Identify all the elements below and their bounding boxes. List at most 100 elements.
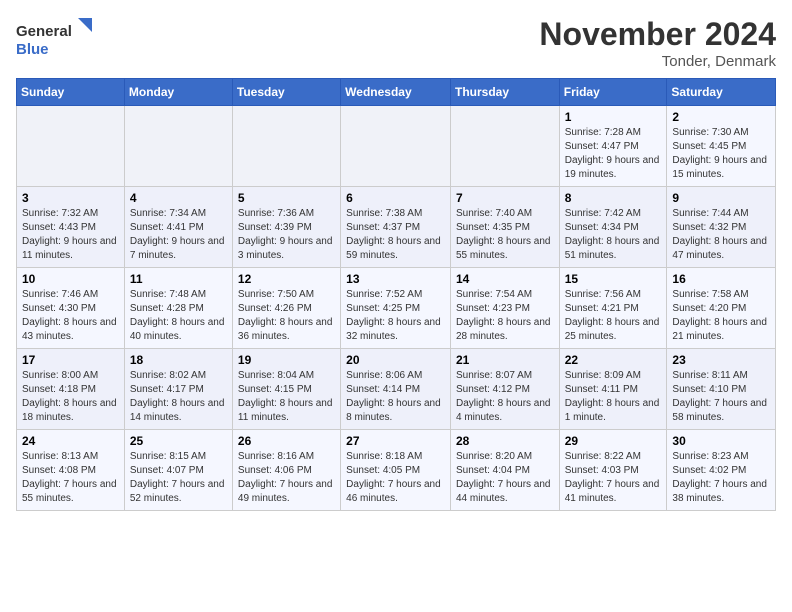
calendar-cell: 28 Sunrise: 8:20 AMSunset: 4:04 PMDayligh…: [450, 430, 559, 511]
calendar-week-row: 1 Sunrise: 7:28 AMSunset: 4:47 PMDaylight…: [17, 106, 776, 187]
calendar-cell: 11 Sunrise: 7:48 AMSunset: 4:28 PMDayligh…: [124, 268, 232, 349]
day-number: 5: [238, 191, 335, 205]
calendar-cell: 17 Sunrise: 8:00 AMSunset: 4:18 PMDayligh…: [17, 349, 125, 430]
day-detail: Sunrise: 8:20 AMSunset: 4:04 PMDaylight:…: [456, 451, 551, 504]
day-number: 16: [672, 272, 770, 286]
calendar-cell: 8 Sunrise: 7:42 AMSunset: 4:34 PMDaylight…: [559, 187, 667, 268]
calendar-cell: 9 Sunrise: 7:44 AMSunset: 4:32 PMDaylight…: [667, 187, 776, 268]
calendar-table: Sunday Monday Tuesday Wednesday Thursday…: [16, 78, 776, 511]
day-number: 21: [456, 353, 554, 367]
logo: General Blue: [16, 16, 96, 61]
calendar-cell: 24 Sunrise: 8:13 AMSunset: 4:08 PMDayligh…: [17, 430, 125, 511]
calendar-cell: 29Sunrise: 8:22 AMSunset: 4:03 PMDayligh…: [559, 430, 667, 511]
calendar-cell: 18 Sunrise: 8:02 AMSunset: 4:17 PMDayligh…: [124, 349, 232, 430]
day-number: 29: [565, 434, 662, 448]
title-area: November 2024 Tonder, Denmark: [539, 16, 776, 70]
day-detail: Sunrise: 8:13 AMSunset: 4:08 PMDaylight:…: [22, 451, 117, 504]
day-number: 22: [565, 353, 662, 367]
col-saturday: Saturday: [667, 79, 776, 106]
calendar-cell: 25Sunrise: 8:15 AMSunset: 4:07 PMDayligh…: [124, 430, 232, 511]
calendar-cell: 15 Sunrise: 7:56 AMSunset: 4:21 PMDayligh…: [559, 268, 667, 349]
calendar-cell: [450, 106, 559, 187]
svg-text:Blue: Blue: [16, 41, 49, 58]
day-detail: Sunrise: 7:38 AMSunset: 4:37 PMDaylight:…: [346, 208, 441, 261]
day-number: 11: [130, 272, 227, 286]
day-number: 15: [565, 272, 662, 286]
day-number: 9: [672, 191, 770, 205]
col-monday: Monday: [124, 79, 232, 106]
day-detail: Sunrise: 7:36 AMSunset: 4:39 PMDaylight:…: [238, 208, 333, 261]
day-detail: Sunrise: 7:32 AMSunset: 4:43 PMDaylight:…: [22, 208, 117, 261]
day-detail: Sunrise: 8:18 AMSunset: 4:05 PMDaylight:…: [346, 451, 441, 504]
day-detail: Sunrise: 7:46 AMSunset: 4:30 PMDaylight:…: [22, 289, 117, 342]
day-number: 17: [22, 353, 119, 367]
calendar-cell: 30 Sunrise: 8:23 AMSunset: 4:02 PMDayligh…: [667, 430, 776, 511]
day-number: 10: [22, 272, 119, 286]
day-detail: Sunrise: 7:52 AMSunset: 4:25 PMDaylight:…: [346, 289, 441, 342]
day-detail: Sunrise: 7:54 AMSunset: 4:23 PMDaylight:…: [456, 289, 551, 342]
day-number: 30: [672, 434, 770, 448]
day-number: 19: [238, 353, 335, 367]
day-detail: Sunrise: 8:04 AMSunset: 4:15 PMDaylight:…: [238, 370, 333, 423]
calendar-cell: 3 Sunrise: 7:32 AMSunset: 4:43 PMDaylight…: [17, 187, 125, 268]
col-sunday: Sunday: [17, 79, 125, 106]
col-wednesday: Wednesday: [341, 79, 451, 106]
calendar-week-row: 17 Sunrise: 8:00 AMSunset: 4:18 PMDayligh…: [17, 349, 776, 430]
day-detail: Sunrise: 8:16 AMSunset: 4:06 PMDaylight:…: [238, 451, 333, 504]
day-number: 18: [130, 353, 227, 367]
day-detail: Sunrise: 7:44 AMSunset: 4:32 PMDaylight:…: [672, 208, 767, 261]
day-number: 6: [346, 191, 445, 205]
day-detail: Sunrise: 8:09 AMSunset: 4:11 PMDaylight:…: [565, 370, 660, 423]
day-number: 14: [456, 272, 554, 286]
day-detail: Sunrise: 8:07 AMSunset: 4:12 PMDaylight:…: [456, 370, 551, 423]
svg-text:General: General: [16, 23, 72, 40]
month-title: November 2024: [539, 16, 776, 53]
calendar-cell: 27Sunrise: 8:18 AMSunset: 4:05 PMDayligh…: [341, 430, 451, 511]
day-detail: Sunrise: 8:00 AMSunset: 4:18 PMDaylight:…: [22, 370, 117, 423]
calendar-cell: [232, 106, 340, 187]
day-number: 25: [130, 434, 227, 448]
day-detail: Sunrise: 7:28 AMSunset: 4:47 PMDaylight:…: [565, 127, 660, 180]
day-number: 28: [456, 434, 554, 448]
day-detail: Sunrise: 7:58 AMSunset: 4:20 PMDaylight:…: [672, 289, 767, 342]
day-detail: Sunrise: 7:48 AMSunset: 4:28 PMDaylight:…: [130, 289, 225, 342]
calendar-week-row: 10 Sunrise: 7:46 AMSunset: 4:30 PMDayligh…: [17, 268, 776, 349]
day-number: 26: [238, 434, 335, 448]
day-detail: Sunrise: 7:40 AMSunset: 4:35 PMDaylight:…: [456, 208, 551, 261]
day-detail: Sunrise: 8:06 AMSunset: 4:14 PMDaylight:…: [346, 370, 441, 423]
day-number: 24: [22, 434, 119, 448]
calendar-header-row: Sunday Monday Tuesday Wednesday Thursday…: [17, 79, 776, 106]
day-number: 13: [346, 272, 445, 286]
calendar-cell: [124, 106, 232, 187]
day-number: 4: [130, 191, 227, 205]
col-friday: Friday: [559, 79, 667, 106]
day-detail: Sunrise: 7:42 AMSunset: 4:34 PMDaylight:…: [565, 208, 660, 261]
calendar-cell: 2Sunrise: 7:30 AMSunset: 4:45 PMDaylight…: [667, 106, 776, 187]
day-number: 3: [22, 191, 119, 205]
calendar-cell: 7 Sunrise: 7:40 AMSunset: 4:35 PMDaylight…: [450, 187, 559, 268]
day-number: 12: [238, 272, 335, 286]
day-number: 7: [456, 191, 554, 205]
day-number: 20: [346, 353, 445, 367]
day-detail: Sunrise: 8:02 AMSunset: 4:17 PMDaylight:…: [130, 370, 225, 423]
calendar-cell: 16 Sunrise: 7:58 AMSunset: 4:20 PMDayligh…: [667, 268, 776, 349]
day-number: 1: [565, 110, 662, 124]
day-detail: Sunrise: 7:56 AMSunset: 4:21 PMDaylight:…: [565, 289, 660, 342]
calendar-cell: 6 Sunrise: 7:38 AMSunset: 4:37 PMDaylight…: [341, 187, 451, 268]
location: Tonder, Denmark: [539, 53, 776, 70]
calendar-week-row: 3 Sunrise: 7:32 AMSunset: 4:43 PMDaylight…: [17, 187, 776, 268]
day-detail: Sunrise: 8:23 AMSunset: 4:02 PMDaylight:…: [672, 451, 767, 504]
col-thursday: Thursday: [450, 79, 559, 106]
calendar-cell: 12 Sunrise: 7:50 AMSunset: 4:26 PMDayligh…: [232, 268, 340, 349]
calendar-cell: 5 Sunrise: 7:36 AMSunset: 4:39 PMDaylight…: [232, 187, 340, 268]
col-tuesday: Tuesday: [232, 79, 340, 106]
calendar-cell: 19 Sunrise: 8:04 AMSunset: 4:15 PMDayligh…: [232, 349, 340, 430]
day-detail: Sunrise: 7:50 AMSunset: 4:26 PMDaylight:…: [238, 289, 333, 342]
day-number: 2: [672, 110, 770, 124]
calendar-cell: [341, 106, 451, 187]
day-number: 8: [565, 191, 662, 205]
calendar-cell: 4 Sunrise: 7:34 AMSunset: 4:41 PMDaylight…: [124, 187, 232, 268]
day-detail: Sunrise: 7:34 AMSunset: 4:41 PMDaylight:…: [130, 208, 225, 261]
calendar-cell: 1 Sunrise: 7:28 AMSunset: 4:47 PMDaylight…: [559, 106, 667, 187]
calendar-cell: 21 Sunrise: 8:07 AMSunset: 4:12 PMDayligh…: [450, 349, 559, 430]
